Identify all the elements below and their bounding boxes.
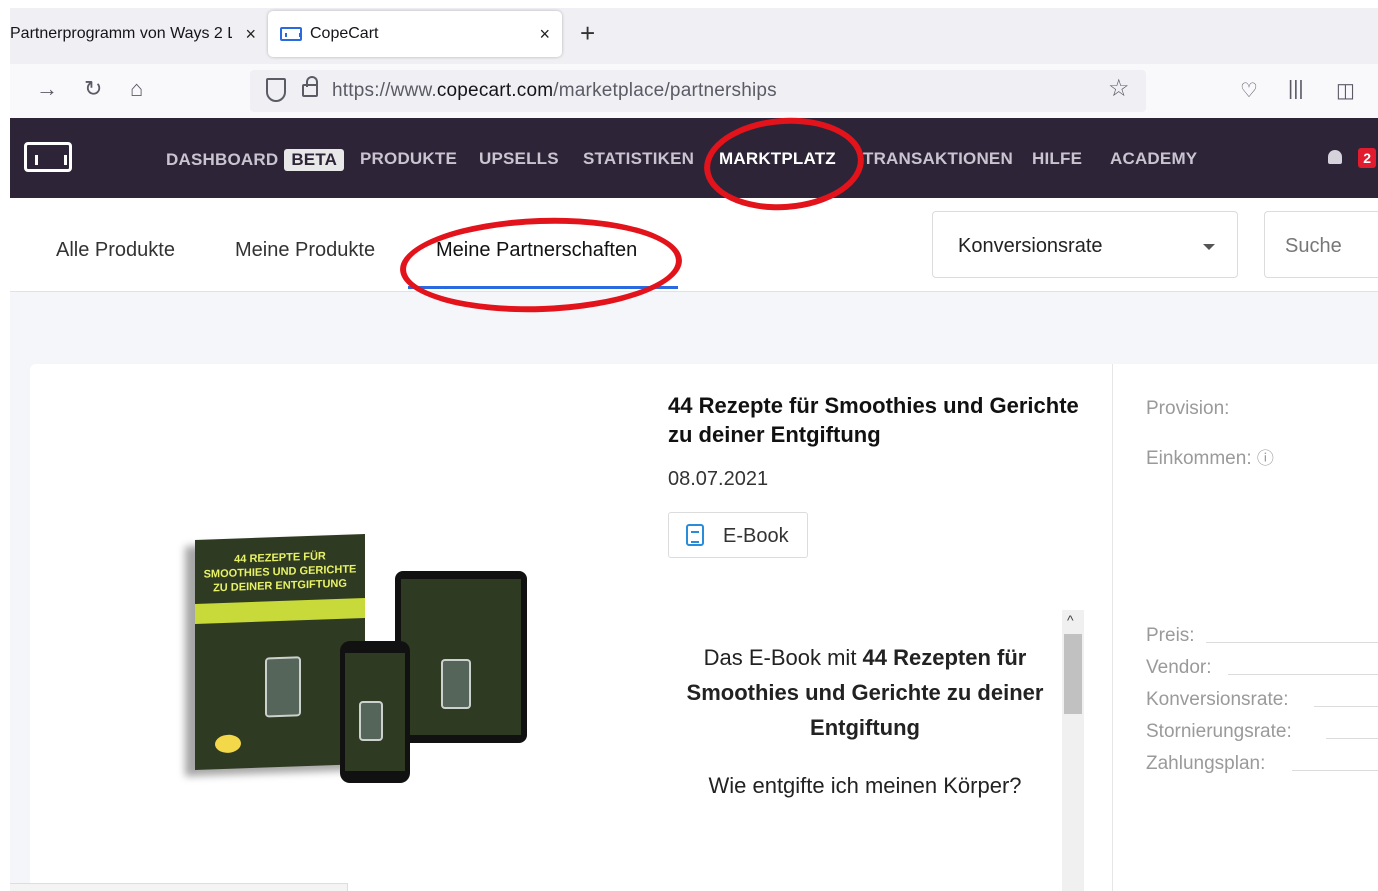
library-icon[interactable]: ||| <box>1288 78 1304 101</box>
provision-label: Provision: <box>1146 398 1230 419</box>
einkommen-label: Einkommen: ⓘ <box>1146 448 1274 469</box>
detail-row-konversionsrate: Konversionsrate: <box>1146 689 1378 711</box>
menu-transaktionen[interactable]: TRANSAKTIONEN <box>863 149 1013 169</box>
cover-title: 44 REZEPTE FÜR SMOOTHIES UND GERICHTE ZU… <box>203 550 357 595</box>
sort-select[interactable]: Konversionsrate <box>932 211 1238 278</box>
tab-title: CopeCart <box>310 25 379 42</box>
product-type-badge: E-Book <box>668 512 808 558</box>
menu-upsells[interactable]: UPSELLS <box>479 149 559 169</box>
description-question: Wie entgifte ich meinen Körper? <box>708 773 1022 798</box>
detail-row-stornierungsrate: Stornierungsrate: <box>1146 721 1378 743</box>
copecart-logo-icon[interactable] <box>24 142 72 172</box>
browser-nav-bar: → ↻ ⌂ https://www.copecart.com/marketpla… <box>10 64 1378 118</box>
product-type-label: E-Book <box>723 525 789 547</box>
menu-dashboard[interactable]: DASHBOARD BETA <box>166 149 345 171</box>
copecart-favicon-icon <box>280 27 302 41</box>
notification-count-badge[interactable]: 2 <box>1358 148 1376 168</box>
product-date: 08.07.2021 <box>668 468 769 490</box>
chevron-down-icon <box>1203 244 1215 250</box>
document-icon <box>686 524 704 546</box>
status-bar <box>10 883 348 891</box>
bookmark-star-icon[interactable]: ☆ <box>1108 74 1130 103</box>
search-placeholder: Suche <box>1285 235 1342 257</box>
bell-icon[interactable] <box>1328 150 1342 164</box>
menu-statistiken[interactable]: STATISTIKEN <box>583 149 694 169</box>
browser-tab-copecart[interactable]: CopeCart × <box>268 11 562 57</box>
beta-badge: BETA <box>284 149 345 171</box>
scroll-up-icon[interactable]: ^ <box>1067 612 1074 628</box>
address-bar[interactable]: https://www.copecart.com/marketplace/par… <box>250 70 1146 112</box>
info-icon[interactable]: ⓘ <box>1257 449 1274 468</box>
screen: Partnerprogramm von Ways 2 L × CopeCart … <box>0 0 1378 891</box>
menu-produkte[interactable]: PRODUKTE <box>360 149 457 169</box>
product-description: Das E-Book mit 44 Rezepten für Smoothies… <box>668 610 1084 891</box>
tab-close-icon[interactable]: × <box>245 24 256 45</box>
description-paragraph: Das E-Book mit 44 Rezepten für Smoothies… <box>686 645 1044 740</box>
detail-row-zahlungsplan: Zahlungsplan: <box>1146 753 1378 775</box>
product-card: 44 REZEPTE FÜR SMOOTHIES UND GERICHTE ZU… <box>30 364 1378 891</box>
scrollbar-thumb[interactable] <box>1064 634 1082 714</box>
browser-tab-partnerprogramm[interactable]: Partnerprogramm von Ways 2 L × <box>10 11 264 57</box>
detail-row-preis: Preis: <box>1146 625 1378 647</box>
tab-title: Partnerprogramm von Ways 2 L <box>10 25 232 42</box>
tab-meine-produkte[interactable]: Meine Produkte <box>235 239 375 262</box>
lock-icon[interactable] <box>302 76 318 97</box>
sidebar-icon[interactable]: ◫ <box>1336 78 1355 103</box>
url-text[interactable]: https://www.copecart.com/marketplace/par… <box>332 80 777 102</box>
tab-close-icon[interactable]: × <box>539 24 550 45</box>
forward-icon[interactable]: → <box>36 76 58 102</box>
product-image[interactable]: 44 REZEPTE FÜR SMOOTHIES UND GERICHTE ZU… <box>160 529 540 834</box>
description-scrollbar[interactable]: ^ <box>1062 610 1084 891</box>
menu-academy[interactable]: ACADEMY <box>1110 149 1197 169</box>
card-divider <box>1112 364 1113 891</box>
menu-hilfe[interactable]: HILFE <box>1032 149 1082 169</box>
tab-alle-produkte[interactable]: Alle Produkte <box>56 239 175 262</box>
sort-select-value: Konversionsrate <box>958 235 1103 257</box>
new-tab-button[interactable]: + <box>580 18 595 49</box>
product-title[interactable]: 44 Rezepte für Smoothies und Gerichte zu… <box>668 391 1088 449</box>
main-content: 44 REZEPTE FÜR SMOOTHIES UND GERICHTE ZU… <box>10 292 1378 891</box>
detail-row-vendor: Vendor: <box>1146 657 1378 679</box>
tablet-mockup <box>395 571 527 743</box>
browser-tab-strip: Partnerprogramm von Ways 2 L × CopeCart … <box>10 8 1378 64</box>
search-input[interactable]: Suche <box>1264 211 1378 278</box>
marketplace-subnav: Alle Produkte Meine Produkte Meine Partn… <box>10 198 1378 292</box>
shield-icon[interactable] <box>266 78 286 102</box>
app-header: DASHBOARD BETA PRODUKTE UPSELLS STATISTIK… <box>10 118 1378 198</box>
phone-mockup <box>340 641 410 783</box>
pocket-icon[interactable]: ♡ <box>1240 78 1258 103</box>
reload-icon[interactable]: ↻ <box>84 76 102 102</box>
home-icon[interactable]: ⌂ <box>130 76 143 102</box>
